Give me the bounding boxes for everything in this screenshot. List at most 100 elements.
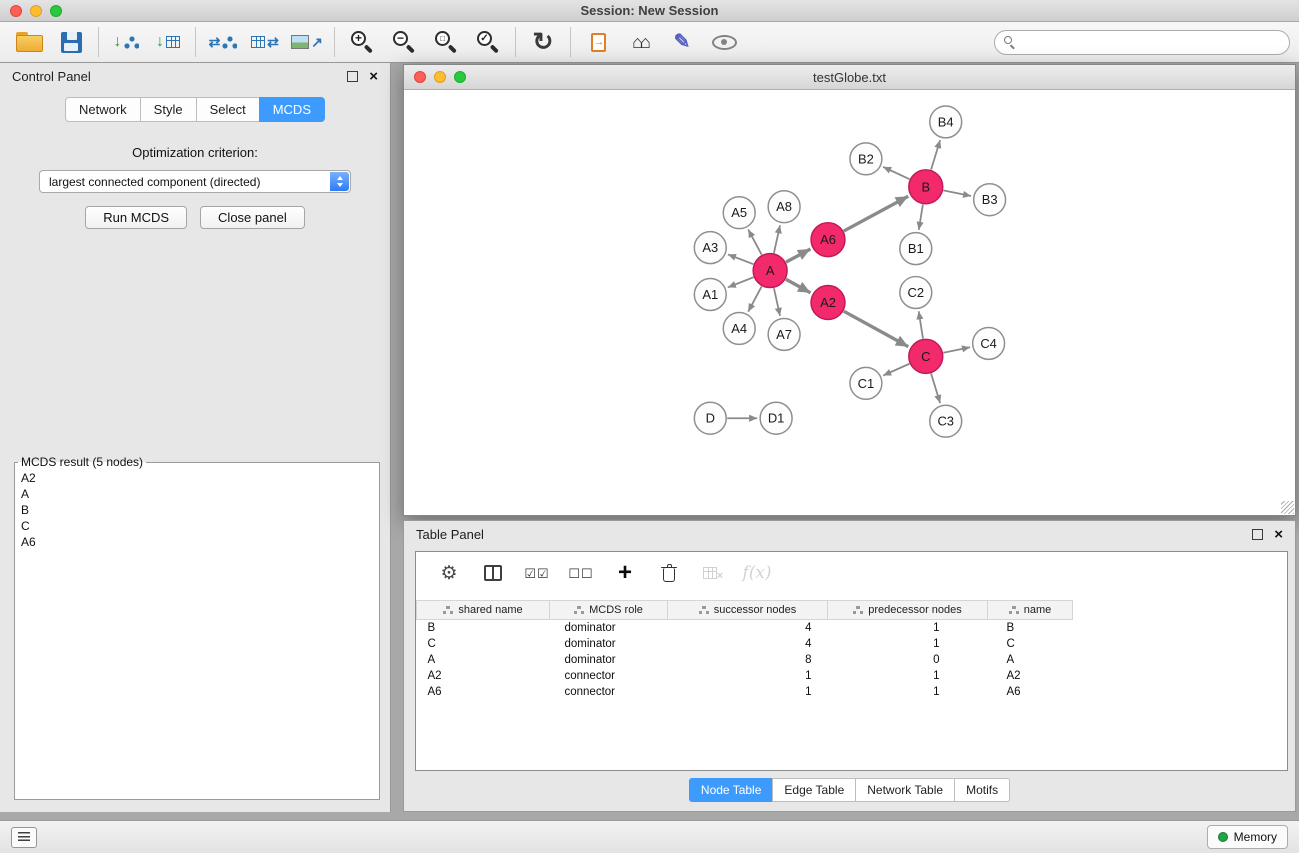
graph-node-D1[interactable]: D1 — [760, 402, 792, 434]
zoom-out-icon[interactable]: − — [383, 25, 425, 59]
table-cell[interactable]: C — [988, 636, 1073, 652]
graph-edge-A-A4[interactable] — [748, 286, 761, 311]
close-table-panel-icon[interactable]: × — [1274, 527, 1283, 542]
graph-node-B2[interactable]: B2 — [850, 143, 882, 175]
import-table-icon[interactable]: ↓ — [147, 25, 189, 59]
import-network-icon[interactable]: ↓ — [105, 25, 147, 59]
show-graphics-details-icon[interactable] — [703, 25, 745, 59]
graph-edge-A-A3[interactable] — [728, 254, 753, 264]
run-mcds-button[interactable]: Run MCDS — [85, 206, 187, 229]
table-cell[interactable]: A6 — [988, 684, 1073, 700]
graph-node-B1[interactable]: B1 — [900, 233, 932, 265]
graph-edge-C-C4[interactable] — [943, 347, 970, 353]
tab-style[interactable]: Style — [140, 97, 196, 122]
home-icon[interactable]: ⌂⌂ — [619, 25, 661, 59]
table-cell[interactable]: A — [417, 652, 550, 668]
close-network-window-button[interactable] — [414, 71, 426, 83]
table-cell[interactable]: dominator — [550, 652, 668, 668]
graph-edge-A2-C[interactable] — [844, 311, 909, 347]
graph-edge-C-C2[interactable] — [919, 311, 923, 338]
tab-mcds[interactable]: MCDS — [259, 97, 325, 122]
table-cell[interactable]: 0 — [828, 652, 988, 668]
zoom-fit-icon[interactable]: □ — [425, 25, 467, 59]
graph-node-A4[interactable]: A4 — [723, 312, 755, 344]
criterion-dropdown[interactable]: largest connected component (directed) — [39, 170, 351, 193]
tab-motifs[interactable]: Motifs — [954, 778, 1010, 802]
add-row-icon[interactable]: + — [608, 557, 642, 589]
graph-node-A[interactable]: A — [753, 254, 787, 288]
graph-edge-A-A6[interactable] — [786, 249, 810, 262]
graph-node-A5[interactable]: A5 — [723, 197, 755, 229]
table-cell[interactable]: A6 — [417, 684, 550, 700]
open-recent-file-icon[interactable] — [577, 25, 619, 59]
tab-network-table[interactable]: Network Table — [855, 778, 954, 802]
float-panel-icon[interactable] — [347, 71, 358, 82]
graph-edge-B-B1[interactable] — [919, 205, 923, 230]
graph-edge-A-A2[interactable] — [786, 279, 811, 293]
table-cell[interactable]: connector — [550, 668, 668, 684]
table-row[interactable]: Bdominator41B — [417, 620, 1288, 637]
tab-network[interactable]: Network — [65, 97, 140, 122]
column-header-successor-nodes[interactable]: successor nodes — [668, 601, 828, 620]
table-cell[interactable]: 4 — [668, 636, 828, 652]
ui-settings-button[interactable] — [11, 827, 37, 848]
result-item[interactable]: C — [21, 518, 373, 534]
table-row[interactable]: Adominator80A — [417, 652, 1288, 668]
close-panel-button[interactable]: Close panel — [200, 206, 305, 229]
minimize-window-button[interactable] — [30, 5, 42, 17]
graph-edge-C-C3[interactable] — [931, 374, 940, 404]
graph-node-C4[interactable]: C4 — [973, 327, 1005, 359]
tab-node-table[interactable]: Node Table — [689, 778, 773, 802]
graph-edge-B-B4[interactable] — [931, 140, 940, 170]
graph-node-C2[interactable]: C2 — [900, 277, 932, 309]
graph-node-A6[interactable]: A6 — [811, 223, 845, 257]
refresh-layout-icon[interactable]: ↻ — [522, 25, 564, 59]
table-cell[interactable]: 4 — [668, 620, 828, 637]
graph-node-B4[interactable]: B4 — [930, 106, 962, 138]
save-session-icon[interactable] — [50, 25, 92, 59]
delete-row-icon[interactable] — [652, 557, 686, 589]
graph-edge-A-A7[interactable] — [774, 288, 780, 316]
network-canvas[interactable]: B4B2BB3A5A8A6B1A3AC2A1A2A4A7C4CC1C3DD1 — [404, 90, 1295, 515]
table-cell[interactable]: dominator — [550, 636, 668, 652]
search-box[interactable] — [994, 30, 1290, 55]
close-window-button[interactable] — [10, 5, 22, 17]
table-cell[interactable]: 1 — [828, 636, 988, 652]
graph-edge-A6-B[interactable] — [844, 196, 908, 231]
graph-node-A8[interactable]: A8 — [768, 191, 800, 223]
graph-node-C3[interactable]: C3 — [930, 405, 962, 437]
graph-node-A1[interactable]: A1 — [694, 279, 726, 311]
tab-edge-table[interactable]: Edge Table — [772, 778, 855, 802]
graph-node-B3[interactable]: B3 — [974, 184, 1006, 216]
graph-node-A3[interactable]: A3 — [694, 232, 726, 264]
graph-edge-C-C1[interactable] — [883, 364, 909, 376]
graph-node-C[interactable]: C — [909, 339, 943, 373]
minimize-network-window-button[interactable] — [434, 71, 446, 83]
close-panel-icon[interactable]: × — [369, 69, 378, 84]
table-row[interactable]: A2connector11A2 — [417, 668, 1288, 684]
graph-edge-A-A1[interactable] — [728, 277, 754, 287]
table-cell[interactable]: B — [988, 620, 1073, 637]
open-session-icon[interactable] — [8, 25, 50, 59]
maximize-network-window-button[interactable] — [454, 71, 466, 83]
column-header-predecessor-nodes[interactable]: predecessor nodes — [828, 601, 988, 620]
column-header-mcds-role[interactable]: MCDS role — [550, 601, 668, 620]
zoom-in-icon[interactable]: + — [341, 25, 383, 59]
zoom-selected-icon[interactable]: ✓ — [467, 25, 509, 59]
result-item[interactable]: A — [21, 486, 373, 502]
column-header-name[interactable]: name — [988, 601, 1073, 620]
result-item[interactable]: A6 — [21, 534, 373, 550]
export-network-icon[interactable]: ⇄ — [202, 25, 244, 59]
deselect-all-icon[interactable]: ☐☐ — [564, 557, 598, 589]
graph-node-A7[interactable]: A7 — [768, 318, 800, 350]
tab-select[interactable]: Select — [196, 97, 259, 122]
table-cell[interactable]: 1 — [668, 668, 828, 684]
graph-node-C1[interactable]: C1 — [850, 367, 882, 399]
table-cell[interactable]: B — [417, 620, 550, 637]
graph-node-B[interactable]: B — [909, 170, 943, 204]
maximize-window-button[interactable] — [50, 5, 62, 17]
network-window-titlebar[interactable]: testGlobe.txt — [404, 65, 1295, 90]
column-header-shared-name[interactable]: shared name — [417, 601, 550, 620]
export-table-icon[interactable]: ⇄ — [244, 25, 286, 59]
table-cell[interactable]: A2 — [417, 668, 550, 684]
